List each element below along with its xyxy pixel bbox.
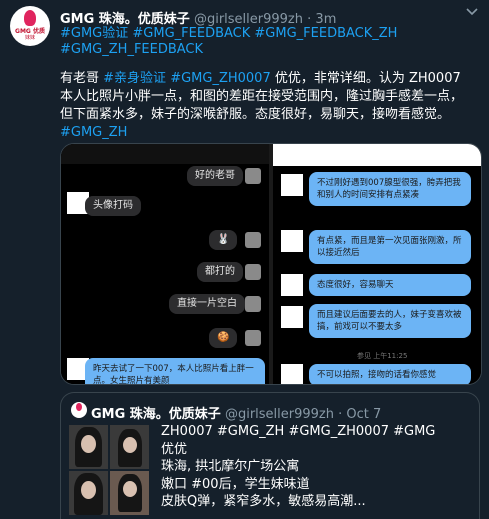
media-attachment[interactable]: 好的老哥 头像打码 🐰 都打的 直接一片空白 🍪 昨天去试了一下007，本人比照… xyxy=(60,143,482,385)
chat-bubble: 态度很好，容易聊天 xyxy=(309,274,471,296)
tweet-body: 有老哥 #亲身验证 #GMG_ZH0007 优优，非常详细。认为 ZH0007 … xyxy=(60,70,475,142)
avatar xyxy=(245,264,261,280)
chat-timestamp: 参见 上午11:25 xyxy=(357,352,408,360)
avatar-text-line1: GMG 优质 xyxy=(15,28,45,35)
photo-thumbnail xyxy=(69,425,108,469)
quoted-avatar[interactable] xyxy=(71,402,87,418)
avatar[interactable]: GMG 优质 妹妹 xyxy=(10,6,50,46)
quoted-author-name[interactable]: GMG 珠海。优质妹子 xyxy=(91,407,221,422)
photo-thumbnail xyxy=(110,471,149,515)
quoted-date[interactable]: Oct 7 xyxy=(346,407,381,422)
quoted-text: ZH0007 #GMG_ZH #GMG_ZH0007 #GMG 优优 珠海, 拱… xyxy=(161,423,471,511)
chat-topbar xyxy=(273,144,481,166)
redacted-box xyxy=(281,174,303,196)
author-handle[interactable]: @girlseller999zh xyxy=(194,12,303,27)
hashtag-link[interactable]: #GMG_ZH xyxy=(60,125,127,140)
quoted-line: 珠海, 拱北摩尔广场公寓 xyxy=(161,459,300,474)
flame-logo-icon xyxy=(24,10,36,26)
chat-screenshot-left[interactable]: 好的老哥 头像打码 🐰 都打的 直接一片空白 🍪 昨天去试了一下007，本人比照… xyxy=(61,144,269,384)
flame-logo-icon xyxy=(76,403,82,411)
redacted-box xyxy=(281,364,303,384)
chat-bubble: 都打的 xyxy=(197,262,243,282)
avatar xyxy=(245,296,261,312)
quoted-author-handle[interactable]: @girlseller999zh xyxy=(225,407,334,422)
photo-thumbnail xyxy=(110,425,149,469)
chat-topbar xyxy=(61,144,269,164)
chat-bubble: 直接一片空白 xyxy=(169,294,245,314)
quoted-line: 嫩口 #00后，学生妹味道 xyxy=(161,476,310,492)
body-prefix: 有老哥 xyxy=(60,71,104,86)
quoted-line: 优优 xyxy=(161,441,188,457)
avatar xyxy=(245,168,261,184)
chat-bubble: 有点紧，而且是第一次见面张刚激，所以接近然后 xyxy=(309,230,471,264)
quoted-tweet[interactable]: GMG 珠海。优质妹子 @girlseller999zh · Oct 7 ZH0… xyxy=(60,392,480,519)
quoted-separator: · xyxy=(338,407,343,422)
redacted-box xyxy=(281,274,303,296)
quoted-media[interactable] xyxy=(69,425,149,515)
hashtag-link[interactable]: #GMG_FEEDBACK_ZH xyxy=(254,26,397,41)
quoted-header: GMG 珠海。优质妹子 @girlseller999zh · Oct 7 xyxy=(91,403,381,422)
quoted-line: ZH0007 #GMG_ZH #GMG_ZH0007 #GMG xyxy=(161,424,436,439)
chat-screenshot-right[interactable]: 不过刚好遇到007腺型很强，胯弄把我和别人的时间安排有点紧凑 有点紧，而且是第一… xyxy=(273,144,481,384)
redacted-box xyxy=(281,306,303,328)
chat-bubble: 不可以拍照，接吻的话看你感觉 xyxy=(309,364,471,384)
avatar xyxy=(245,232,261,248)
tweet-time[interactable]: 3m xyxy=(315,12,336,27)
hashtag-link[interactable]: #GMG_ZH_FEEDBACK xyxy=(60,42,203,57)
hashtag-link[interactable]: #亲身验证 xyxy=(103,71,166,86)
chat-bubble: 不过刚好遇到007腺型很强，胯弄把我和别人的时间安排有点紧凑 xyxy=(309,172,471,206)
redacted-box xyxy=(281,230,303,252)
emoji-icon: 🍪 xyxy=(209,328,238,348)
header-separator: · xyxy=(307,12,312,27)
hashtag-link[interactable]: #GMG_FEEDBACK xyxy=(132,26,250,41)
quoted-line: 皮肤Q弹，紧窄多水，敏感易高潮... xyxy=(161,494,366,509)
chevron-down-icon[interactable] xyxy=(465,6,479,21)
avatar xyxy=(245,330,261,346)
chat-bubble: 而且建议后面要去的人，妹子变喜欢被搞，前戏可以不要太多 xyxy=(309,304,471,338)
chat-bubble: 昨天去试了一下007，本人比照片看上胖一点。女生照片有美颜 xyxy=(85,358,265,384)
chat-bubble: 好的老哥 xyxy=(187,166,243,186)
hashtag-link[interactable]: #GMG验证 xyxy=(60,26,128,41)
hashtag-link[interactable]: #GMG_ZH0007 xyxy=(170,71,271,86)
photo-thumbnail xyxy=(69,471,108,515)
hashtag-list: #GMG验证 #GMG_FEEDBACK #GMG_FEEDBACK_ZH #G… xyxy=(60,26,475,58)
tweet-header: GMG 珠海。优质妹子 @girlseller999zh · 3m xyxy=(60,8,459,27)
avatar-text-line2: 妹妹 xyxy=(24,35,35,41)
rabbit-emoji-icon: 🐰 xyxy=(209,230,238,250)
chat-bubble: 头像打码 xyxy=(85,196,141,216)
author-name[interactable]: GMG 珠海。优质妹子 xyxy=(60,12,190,27)
